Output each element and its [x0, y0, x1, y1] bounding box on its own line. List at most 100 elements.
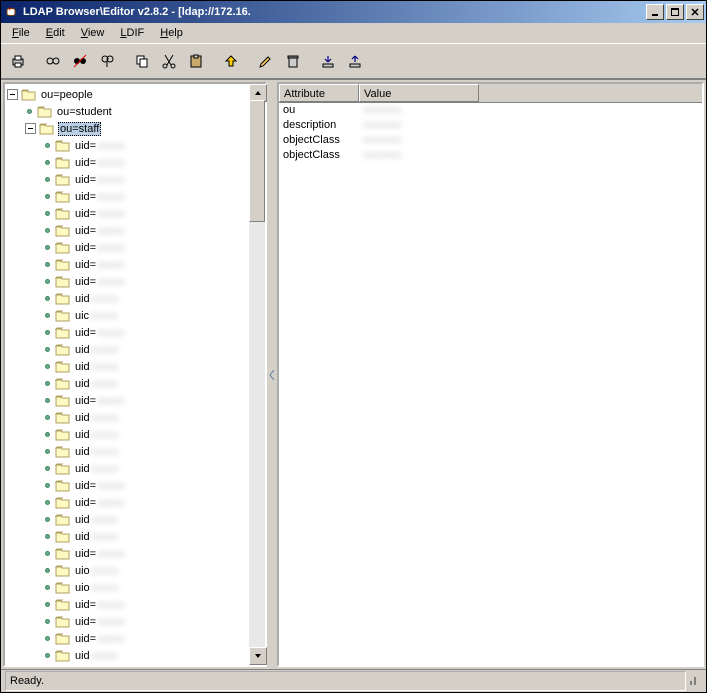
tree-node-uid[interactable]: uid=xxxxx — [7, 613, 265, 630]
tree-node-label: uid= — [74, 395, 97, 407]
folder-icon — [55, 309, 71, 322]
tool-export-icon[interactable] — [342, 49, 367, 74]
attribute-row[interactable]: ouxxxxxxx — [283, 103, 698, 118]
main-body: ou=peopleou=studentou=staffuid=xxxxxuid=… — [1, 79, 706, 669]
tree-node-uid[interactable]: uid=xxxxx — [7, 392, 265, 409]
tree-node-uid[interactable]: uidxxxxx — [7, 290, 265, 307]
tree-node-label: uid — [74, 463, 91, 475]
tool-delete-icon[interactable] — [280, 49, 305, 74]
attribute-name: objectClass — [283, 148, 363, 163]
attribute-table-body[interactable]: ouxxxxxxxdescriptionxxxxxxxobjectClassxx… — [279, 103, 702, 665]
tree-pane: ou=peopleou=studentou=staffuid=xxxxxuid=… — [3, 82, 267, 667]
tree-node-uid[interactable]: uid=xxxxx — [7, 477, 265, 494]
tree-node-uid[interactable]: uid=xxxxx — [7, 154, 265, 171]
splitter-handle[interactable] — [269, 80, 275, 669]
tree-node-uid[interactable]: uid=xxxxx — [7, 205, 265, 222]
tool-move-up-icon[interactable] — [218, 49, 243, 74]
folder-icon — [55, 360, 71, 373]
tree-node-uid[interactable]: uid=xxxxx — [7, 273, 265, 290]
tool-find-icon[interactable] — [94, 49, 119, 74]
attribute-row[interactable]: objectClassxxxxxxx — [283, 133, 698, 148]
tree-node-uid[interactable]: uicxxxxx — [7, 307, 265, 324]
redacted-text: xxxxx — [97, 616, 125, 628]
tree-node-uid[interactable]: uidxxxxx — [7, 358, 265, 375]
tree-node-uid[interactable]: uid=xxxxx — [7, 256, 265, 273]
minimize-button[interactable] — [646, 4, 664, 20]
tool-paste-icon[interactable] — [183, 49, 208, 74]
attribute-row[interactable]: objectClassxxxxxxx — [283, 148, 698, 163]
attribute-name: description — [283, 118, 363, 133]
tree-scroll[interactable]: ou=peopleou=studentou=staffuid=xxxxxuid=… — [5, 84, 265, 665]
menu-help[interactable]: Help — [153, 24, 190, 42]
tree-node-staff[interactable]: ou=staff — [7, 120, 265, 137]
folder-icon — [55, 173, 71, 186]
attribute-row[interactable]: descriptionxxxxxxx — [283, 118, 698, 133]
close-button[interactable] — [686, 4, 704, 20]
tree-node-uid[interactable]: uid=xxxxx — [7, 222, 265, 239]
scroll-down-button[interactable] — [249, 647, 267, 665]
tree-node-uid[interactable]: uid=xxxxx — [7, 137, 265, 154]
menu-view[interactable]: View — [74, 24, 112, 42]
tree-node-label: uid= — [74, 174, 97, 186]
tree-node-uid[interactable]: uidxxxxx — [7, 460, 265, 477]
collapse-handle[interactable] — [25, 123, 36, 134]
tree-node-uid[interactable]: uioxxxxx — [7, 579, 265, 596]
redacted-text: xxxxx — [97, 327, 125, 339]
folder-icon — [55, 224, 71, 237]
tree-node-label: uid — [74, 446, 91, 458]
tree-node-uid[interactable]: uid=xxxxx — [7, 188, 265, 205]
tree-node-uid[interactable]: uidxxxxx — [7, 426, 265, 443]
leaf-handle-icon — [43, 413, 52, 422]
folder-icon — [55, 428, 71, 441]
tool-edit-icon[interactable] — [253, 49, 278, 74]
maximize-button[interactable] — [666, 4, 684, 20]
tool-import-icon[interactable] — [315, 49, 340, 74]
collapse-handle[interactable] — [7, 89, 18, 100]
tree-node-uid[interactable]: uid=xxxxx — [7, 545, 265, 562]
leaf-handle-icon — [43, 158, 52, 167]
folder-icon — [55, 479, 71, 492]
folder-icon — [55, 581, 71, 594]
tool-copy-icon[interactable] — [129, 49, 154, 74]
tree-node-uid[interactable]: uidxxxxx — [7, 375, 265, 392]
titlebar[interactable]: LDAP Browser\Editor v2.8.2 - [ldap://172… — [1, 1, 706, 23]
tree-node-uid[interactable]: uid=xxxxx — [7, 324, 265, 341]
tool-disconnect-icon[interactable] — [67, 49, 92, 74]
attribute-name: objectClass — [283, 133, 363, 148]
tool-connect-icon[interactable] — [40, 49, 65, 74]
menu-file[interactable]: File — [5, 24, 37, 42]
tree-node-uid[interactable]: uid=xxxxx — [7, 494, 265, 511]
tree-node-uid[interactable]: uid=xxxxx — [7, 171, 265, 188]
tree-node-uid[interactable]: uid=xxxxx — [7, 596, 265, 613]
tree-node-uid[interactable]: uidxxxxx — [7, 341, 265, 358]
attribute-value-redacted: xxxxxxx — [363, 118, 698, 133]
tree-node-root[interactable]: ou=people — [7, 86, 265, 103]
tree-node-uid[interactable]: uid=xxxxx — [7, 239, 265, 256]
tree-node-uid[interactable]: uid=xxxxx — [7, 664, 265, 665]
column-header-value[interactable]: Value — [359, 84, 479, 102]
column-header-attribute[interactable]: Attribute — [279, 84, 359, 102]
tree-node-uid[interactable]: uidxxxxx — [7, 443, 265, 460]
tree-node-label: uid= — [74, 157, 97, 169]
tree-node-label: uic — [74, 310, 90, 322]
tree-node-uid[interactable]: uid=xxxxx — [7, 630, 265, 647]
scroll-thumb[interactable] — [249, 100, 265, 222]
tree-node-uid[interactable]: uidxxxxx — [7, 528, 265, 545]
tree-node-uid[interactable]: uidxxxxx — [7, 409, 265, 426]
menu-ldif[interactable]: LDIF — [113, 24, 151, 42]
tree-node-uid[interactable]: uioxxxxx — [7, 562, 265, 579]
leaf-handle-icon — [43, 532, 52, 541]
tree-node-student[interactable]: ou=student — [7, 103, 265, 120]
folder-icon — [55, 241, 71, 254]
tree-vscrollbar[interactable] — [249, 84, 265, 665]
tree-node-label: uid= — [74, 599, 97, 611]
resize-grip-icon[interactable] — [686, 673, 702, 689]
tool-print[interactable] — [5, 49, 30, 74]
menu-edit[interactable]: Edit — [39, 24, 72, 42]
redacted-text: xxxxx — [91, 344, 119, 356]
tree-node-uid[interactable]: uidxxxxx — [7, 511, 265, 528]
tree-node-uid[interactable]: uidxxxxx — [7, 647, 265, 664]
scroll-track[interactable] — [249, 100, 265, 649]
tool-cut-icon[interactable] — [156, 49, 181, 74]
attribute-table-header: Attribute Value — [279, 84, 702, 103]
